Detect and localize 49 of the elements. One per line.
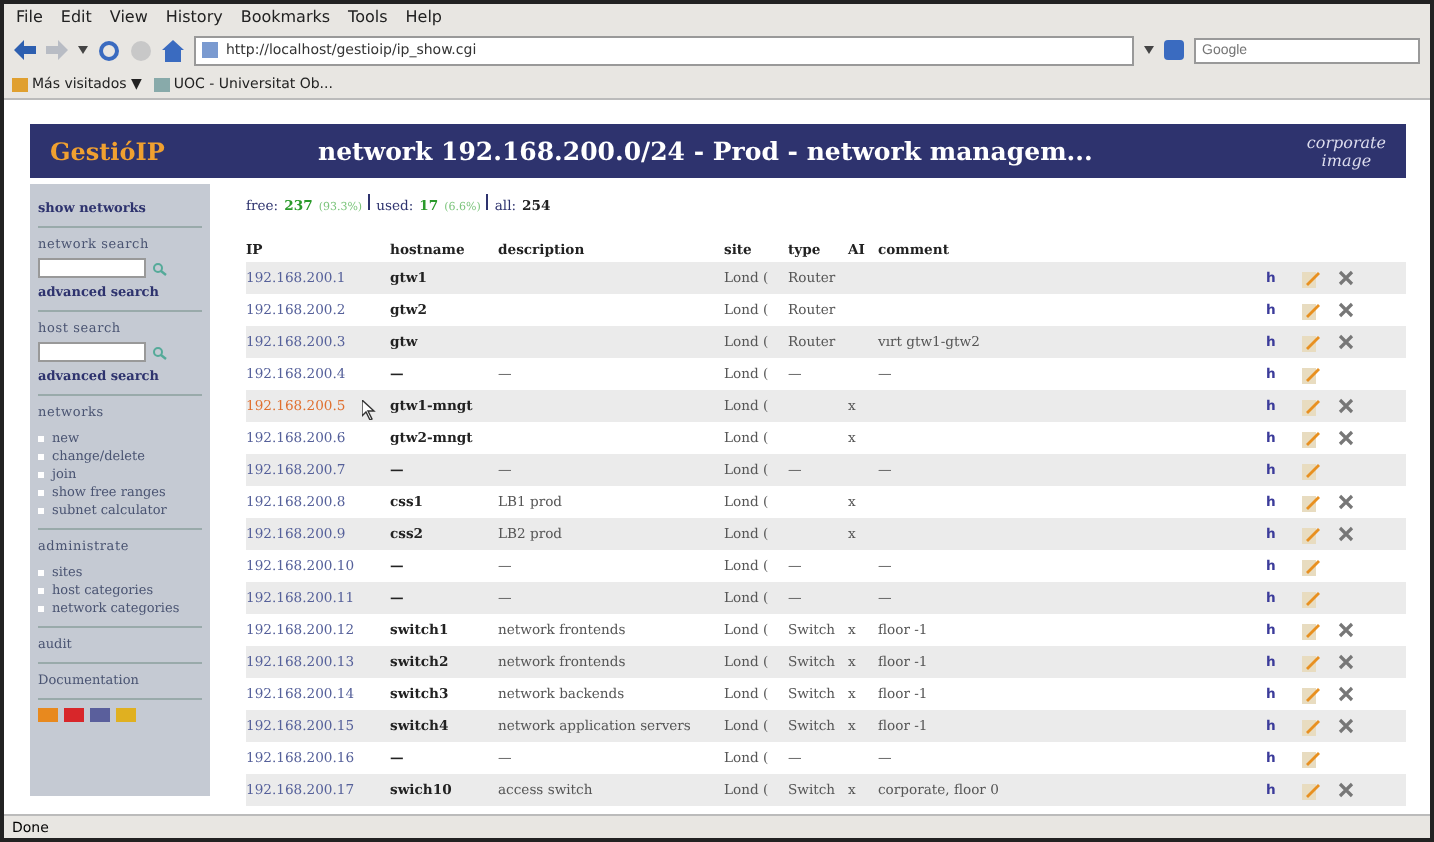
edit-icon[interactable] bbox=[1302, 525, 1320, 543]
edit-icon[interactable] bbox=[1302, 717, 1320, 735]
search-field[interactable] bbox=[38, 342, 146, 362]
search-field[interactable] bbox=[38, 258, 146, 278]
edit-icon[interactable] bbox=[1302, 333, 1320, 351]
page-title: network 192.168.200.0/24 - Prod - network managem... bbox=[318, 136, 1095, 166]
edit-icon[interactable] bbox=[1302, 461, 1320, 479]
edit-icon[interactable] bbox=[1302, 621, 1320, 639]
reload-icon[interactable] bbox=[98, 39, 120, 61]
menu-item[interactable]: File bbox=[16, 8, 43, 26]
menu-item[interactable]: Help bbox=[405, 8, 443, 26]
dropdown-icon[interactable] bbox=[78, 46, 88, 54]
edit-icon[interactable] bbox=[1302, 781, 1320, 799]
delete-icon[interactable] bbox=[1338, 270, 1354, 286]
corporate-image: corporate image bbox=[1306, 133, 1386, 169]
menu-item[interactable]: History bbox=[165, 8, 223, 26]
delete-icon[interactable] bbox=[1338, 654, 1354, 670]
menu-item[interactable]: View bbox=[109, 8, 148, 26]
delete-icon[interactable] bbox=[1338, 718, 1354, 734]
delete-icon[interactable] bbox=[1338, 430, 1354, 446]
delete-icon[interactable] bbox=[1338, 622, 1354, 638]
menu-item[interactable]: Bookmarks bbox=[240, 8, 331, 26]
edit-icon[interactable] bbox=[1302, 493, 1320, 511]
edit-icon[interactable] bbox=[1302, 397, 1320, 415]
menu-item[interactable]: Tools bbox=[348, 8, 388, 26]
delete-icon[interactable] bbox=[1338, 302, 1354, 318]
forward-icon[interactable] bbox=[46, 40, 68, 60]
logo[interactable]: GestióIP bbox=[50, 137, 290, 165]
home-icon[interactable] bbox=[162, 39, 184, 61]
delete-icon[interactable] bbox=[1338, 686, 1354, 702]
back-icon[interactable] bbox=[14, 40, 36, 60]
search-icon[interactable] bbox=[152, 345, 168, 359]
edit-icon[interactable] bbox=[1302, 365, 1320, 383]
edit-icon[interactable] bbox=[1302, 429, 1320, 447]
edit-icon[interactable] bbox=[1302, 749, 1320, 767]
edit-icon[interactable] bbox=[1302, 589, 1320, 607]
edit-icon[interactable] bbox=[1302, 301, 1320, 319]
delete-icon[interactable] bbox=[1338, 398, 1354, 414]
delete-icon[interactable] bbox=[1338, 494, 1354, 510]
delete-icon[interactable] bbox=[1338, 526, 1354, 542]
edit-icon[interactable] bbox=[1302, 557, 1320, 575]
search-icon[interactable] bbox=[152, 261, 168, 275]
dropdown-icon[interactable] bbox=[1144, 46, 1154, 54]
delete-icon[interactable] bbox=[1338, 334, 1354, 350]
edit-icon[interactable] bbox=[1302, 685, 1320, 703]
menu-item[interactable]: Edit bbox=[60, 8, 92, 26]
edit-icon[interactable] bbox=[1302, 653, 1320, 671]
delete-icon[interactable] bbox=[1338, 782, 1354, 798]
edit-icon[interactable] bbox=[1302, 269, 1320, 287]
